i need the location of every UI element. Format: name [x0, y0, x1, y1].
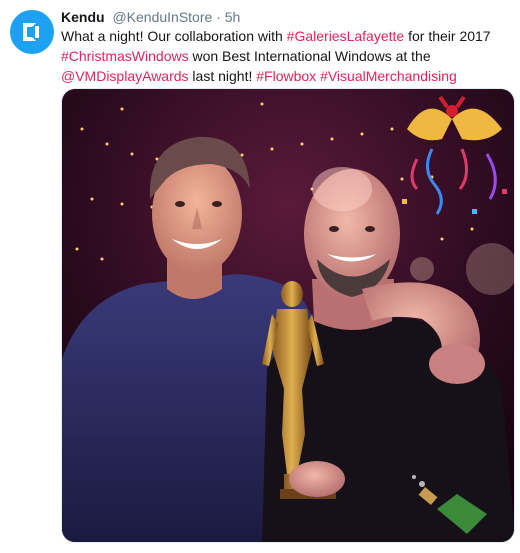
hashtag-visual-merchandising[interactable]: #VisualMerchandising: [320, 68, 457, 84]
award-photo: [62, 89, 514, 542]
mention-vm-display-awards[interactable]: @VMDisplayAwards: [61, 68, 189, 84]
hashtag-galeries-lafayette[interactable]: #GaleriesLafayette: [287, 28, 405, 44]
kendu-logo-icon: [23, 23, 39, 41]
tweet-header: Kendu @KenduInStore · 5h: [61, 8, 510, 26]
tweet-text: What a night! Our collaboration with #Ga…: [61, 26, 511, 86]
tweet-timestamp[interactable]: 5h: [225, 9, 241, 25]
avatar[interactable]: [10, 10, 54, 54]
tweet-photo[interactable]: [61, 88, 515, 543]
hashtag-flowbox[interactable]: #Flowbox: [256, 68, 316, 84]
tweet-card[interactable]: Kendu @KenduInStore · 5h What a night! O…: [0, 0, 520, 553]
author-name[interactable]: Kendu: [61, 9, 105, 25]
text-segment: What a night! Our collaboration with: [61, 28, 287, 44]
text-segment: won Best International Windows at the: [188, 48, 431, 64]
author-handle[interactable]: @KenduInStore: [112, 9, 212, 25]
text-segment: last night!: [188, 68, 257, 84]
hashtag-christmas-windows[interactable]: #ChristmasWindows: [61, 48, 189, 64]
header-separator: ·: [216, 9, 221, 25]
text-segment: for their 2017: [404, 28, 491, 44]
